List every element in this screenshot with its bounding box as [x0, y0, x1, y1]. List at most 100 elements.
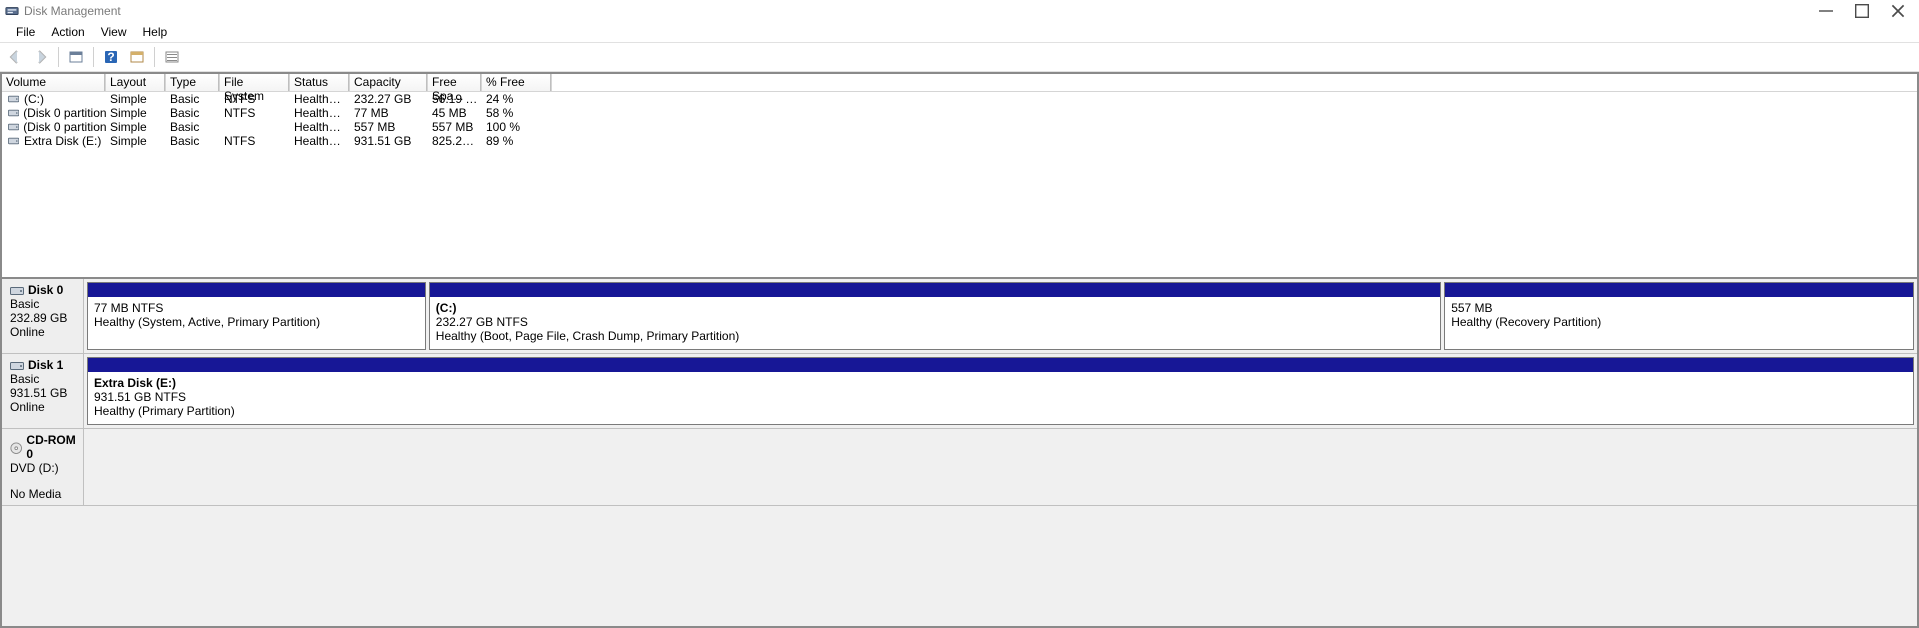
volume-layout: Simple	[106, 106, 166, 120]
disk-info: CD-ROM 0DVD (D:)No Media	[2, 429, 84, 505]
table-row[interactable]: (Disk 0 partition 3)SimpleBasic Healthy (…	[2, 120, 1917, 134]
maximize-button[interactable]	[1855, 4, 1869, 18]
partition-stripe	[88, 358, 1913, 372]
col-status[interactable]: Status	[290, 74, 350, 91]
disk-title: Disk 1	[28, 358, 63, 372]
col-layout[interactable]: Layout	[106, 74, 166, 91]
partition-status: Healthy (Recovery Partition)	[1451, 315, 1907, 329]
refresh-button[interactable]	[65, 46, 87, 68]
disk-status: Online	[10, 325, 79, 339]
volume-type: Basic	[166, 134, 220, 148]
volume-pctfree: 89 %	[482, 134, 552, 148]
volume-name: Extra Disk (E:)	[24, 134, 101, 148]
disk-graphical-pane[interactable]: Disk 0Basic232.89 GBOnline77 MB NTFSHeal…	[0, 277, 1919, 628]
title-bar: Disk Management	[0, 0, 1919, 22]
volume-free: 825.26 GB	[428, 134, 482, 148]
col-volume[interactable]: Volume	[2, 74, 106, 91]
disk-title: Disk 0	[28, 283, 63, 297]
partition-area: Extra Disk (E:)931.51 GB NTFSHealthy (Pr…	[84, 354, 1917, 428]
volume-name: (Disk 0 partition 1)	[23, 106, 106, 120]
col-pctfree[interactable]: % Free	[482, 74, 552, 91]
col-capacity[interactable]: Capacity	[350, 74, 428, 91]
partition-size: 77 MB NTFS	[94, 301, 419, 315]
menu-bar: File Action View Help	[0, 22, 1919, 42]
drive-icon	[8, 137, 20, 145]
volume-status: Healthy (R...	[290, 120, 350, 134]
svg-text:?: ?	[107, 50, 114, 64]
partition-size: 232.27 GB NTFS	[436, 315, 1434, 329]
partition-status: Healthy (Primary Partition)	[94, 404, 1907, 418]
disk-size: 232.89 GB	[10, 311, 79, 325]
col-freespace[interactable]: Free Spa...	[428, 74, 482, 91]
table-row[interactable]: (C:)SimpleBasicNTFSHealthy (B...232.27 G…	[2, 92, 1917, 106]
partition-stripe	[430, 283, 1440, 297]
disk-info: Disk 0Basic232.89 GBOnline	[2, 279, 84, 353]
minimize-button[interactable]	[1819, 4, 1833, 18]
back-button[interactable]	[4, 46, 26, 68]
volume-capacity: 232.27 GB	[350, 92, 428, 106]
partition-name: Extra Disk (E:)	[94, 376, 1907, 390]
partition[interactable]: 77 MB NTFSHealthy (System, Active, Prima…	[87, 282, 426, 350]
volume-status: Healthy (S...	[290, 106, 350, 120]
volume-fs: NTFS	[220, 106, 290, 120]
menu-help[interactable]: Help	[135, 23, 176, 41]
volume-capacity: 557 MB	[350, 120, 428, 134]
list-view-button[interactable]	[161, 46, 183, 68]
disk-type: Basic	[10, 297, 79, 311]
cdrom-icon	[10, 442, 22, 452]
partition-stripe	[88, 283, 425, 297]
window-title: Disk Management	[24, 4, 121, 18]
partition-area	[84, 429, 1917, 505]
drive-icon	[8, 109, 19, 117]
forward-button[interactable]	[30, 46, 52, 68]
volume-name: (C:)	[24, 92, 44, 106]
volume-pctfree: 58 %	[482, 106, 552, 120]
disk-row[interactable]: CD-ROM 0DVD (D:)No Media	[2, 429, 1917, 506]
disk-size: 931.51 GB	[10, 386, 79, 400]
drive-icon	[8, 95, 20, 103]
disk-type: Basic	[10, 372, 79, 386]
volume-pctfree: 24 %	[482, 92, 552, 106]
drive-icon	[8, 123, 19, 131]
volume-layout: Simple	[106, 120, 166, 134]
volume-pctfree: 100 %	[482, 120, 552, 134]
disk-info: Disk 1Basic931.51 GBOnline	[2, 354, 84, 428]
disk-status: Online	[10, 400, 79, 414]
table-row[interactable]: Extra Disk (E:)SimpleBasicNTFSHealthy (P…	[2, 134, 1917, 148]
volume-status: Healthy (P...	[290, 134, 350, 148]
close-button[interactable]	[1891, 4, 1905, 18]
volume-free: 557 MB	[428, 120, 482, 134]
disk-row[interactable]: Disk 1Basic931.51 GBOnlineExtra Disk (E:…	[2, 354, 1917, 429]
volume-capacity: 77 MB	[350, 106, 428, 120]
disk-title: CD-ROM 0	[26, 433, 79, 461]
partition-size: 557 MB	[1451, 301, 1907, 315]
partition[interactable]: Extra Disk (E:)931.51 GB NTFSHealthy (Pr…	[87, 357, 1914, 425]
volume-type: Basic	[166, 106, 220, 120]
col-type[interactable]: Type	[166, 74, 220, 91]
help-button[interactable]: ?	[100, 46, 122, 68]
menu-file[interactable]: File	[8, 23, 43, 41]
volume-name: (Disk 0 partition 3)	[23, 120, 106, 134]
volume-list[interactable]: (C:)SimpleBasicNTFSHealthy (B...232.27 G…	[2, 92, 1917, 277]
partition-status: Healthy (Boot, Page File, Crash Dump, Pr…	[436, 329, 1434, 343]
partition-stripe	[1445, 283, 1913, 297]
col-filesystem[interactable]: File System	[220, 74, 290, 91]
volume-type: Basic	[166, 92, 220, 106]
menu-action[interactable]: Action	[43, 23, 92, 41]
column-header-row: Volume Layout Type File System Status Ca…	[2, 74, 1917, 92]
volume-layout: Simple	[106, 134, 166, 148]
partition[interactable]: 557 MBHealthy (Recovery Partition)	[1444, 282, 1914, 350]
volume-type: Basic	[166, 120, 220, 134]
partition-size: 931.51 GB NTFS	[94, 390, 1907, 404]
app-icon	[4, 3, 20, 19]
hdd-icon	[10, 285, 24, 295]
properties-button[interactable]	[126, 46, 148, 68]
partition-status: Healthy (System, Active, Primary Partiti…	[94, 315, 419, 329]
hdd-icon	[10, 360, 24, 370]
table-row[interactable]: (Disk 0 partition 1)SimpleBasicNTFSHealt…	[2, 106, 1917, 120]
disk-type: DVD (D:)	[10, 461, 79, 475]
menu-view[interactable]: View	[93, 23, 135, 41]
tool-bar: ?	[0, 43, 1919, 71]
disk-row[interactable]: Disk 0Basic232.89 GBOnline77 MB NTFSHeal…	[2, 279, 1917, 354]
partition[interactable]: (C:)232.27 GB NTFSHealthy (Boot, Page Fi…	[429, 282, 1441, 350]
